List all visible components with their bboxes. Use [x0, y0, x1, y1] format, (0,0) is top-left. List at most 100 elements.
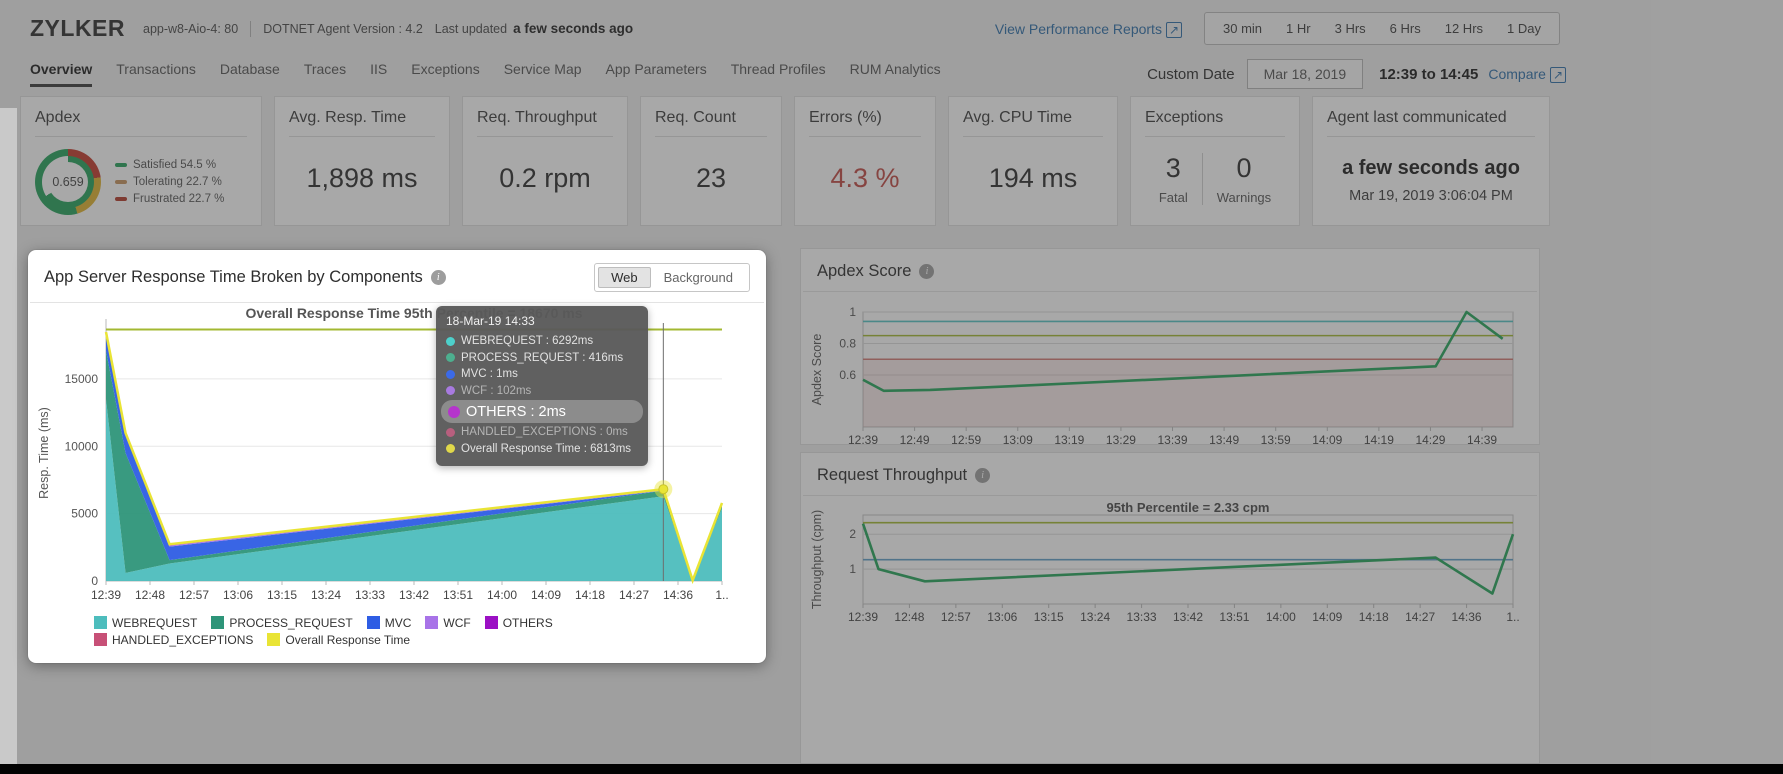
- time-range-group: 30 min1 Hr3 Hrs6 Hrs12 Hrs1 Day: [1204, 12, 1560, 45]
- svg-text:12:39: 12:39: [91, 588, 121, 602]
- svg-text:14:09: 14:09: [1312, 610, 1342, 624]
- svg-text:14:39: 14:39: [1467, 433, 1497, 447]
- legend-swatch: [94, 616, 107, 629]
- apdex-score-line-chart[interactable]: 0.60.8112:3912:4912:5913:0913:1913:2913:…: [807, 296, 1529, 448]
- card-title: Avg. Resp. Time: [289, 109, 435, 127]
- svg-text:14:27: 14:27: [1405, 610, 1435, 624]
- metric-cards-row: Apdex0.659Satisfied 54.5 %Tolerating 22.…: [20, 96, 1550, 226]
- app-title: ZYLKER: [30, 15, 125, 42]
- svg-text:12:39: 12:39: [848, 610, 878, 624]
- svg-text:Apdex Score: Apdex Score: [810, 334, 824, 406]
- legend-item-mvc[interactable]: MVC: [367, 616, 412, 630]
- legend-label: Satisfied 54.5 %: [133, 159, 216, 171]
- tab-service-map[interactable]: Service Map: [504, 61, 582, 87]
- tab-transactions[interactable]: Transactions: [116, 61, 196, 87]
- agent-last-communicated-value: a few seconds ago: [1327, 157, 1535, 180]
- tab-rum-analytics[interactable]: RUM Analytics: [850, 61, 941, 87]
- legend-item-handled_exceptions[interactable]: HANDLED_EXCEPTIONS: [94, 633, 253, 647]
- agent-version-label: DOTNET Agent Version : 4.2: [263, 22, 423, 36]
- exceptions-body: 3Fatal0Warnings: [1145, 153, 1285, 205]
- legend-label: WCF: [443, 616, 470, 630]
- svg-text:Throughput (cpm): Throughput (cpm): [810, 510, 824, 609]
- tab-overview[interactable]: Overview: [30, 61, 92, 87]
- time-range-3-hrs[interactable]: 3 Hrs: [1323, 19, 1378, 38]
- metric-card-exceptions: Exceptions3Fatal0Warnings: [1130, 96, 1300, 226]
- svg-text:13:51: 13:51: [1219, 610, 1249, 624]
- agent-last-communicated-date: Mar 19, 2019 3:06:04 PM: [1327, 188, 1535, 204]
- view-performance-reports-link[interactable]: View Performance Reports↗: [995, 21, 1182, 37]
- card-value: 1,898 ms: [289, 163, 435, 194]
- svg-text:14:00: 14:00: [487, 588, 517, 602]
- svg-text:12:57: 12:57: [179, 588, 209, 602]
- info-icon[interactable]: i: [975, 468, 990, 483]
- card-divider: [1327, 136, 1535, 137]
- legend-row: HANDLED_EXCEPTIONS Overall Response Time: [94, 631, 766, 648]
- card-divider: [809, 136, 921, 137]
- toggle-background[interactable]: Background: [651, 267, 746, 288]
- throughput-line-chart[interactable]: 1212:3912:4812:5713:0613:1513:2413:3313:…: [807, 502, 1529, 642]
- tab-database[interactable]: Database: [220, 61, 280, 87]
- time-range-6-hrs[interactable]: 6 Hrs: [1378, 19, 1433, 38]
- tooltip-time: 14:33: [505, 314, 535, 328]
- legend-label: Tolerating 22.7 %: [133, 176, 222, 188]
- tooltip-text: WEBREQUEST : 6292ms: [461, 335, 593, 347]
- series-dot: [446, 353, 455, 362]
- metric-card-agent-last-communicated: Agent last communicateda few seconds ago…: [1312, 96, 1550, 226]
- panel-title: Request Throughput: [817, 466, 967, 485]
- svg-text:14:36: 14:36: [663, 588, 693, 602]
- tab-app-parameters[interactable]: App Parameters: [606, 61, 707, 87]
- legend-swatch: [267, 633, 280, 646]
- legend-swatch: [485, 616, 498, 629]
- legend-swatch: [115, 163, 127, 167]
- legend-item-overall response time[interactable]: Overall Response Time: [267, 633, 410, 647]
- svg-text:14:36: 14:36: [1452, 610, 1482, 624]
- tooltip-date: 18-Mar-19: [446, 314, 501, 328]
- metric-card-errors-: Errors (%)4.3 %: [794, 96, 936, 226]
- tab-iis[interactable]: IIS: [370, 61, 387, 87]
- svg-text:14:18: 14:18: [1359, 610, 1389, 624]
- tab-thread-profiles[interactable]: Thread Profiles: [731, 61, 826, 87]
- svg-text:12:49: 12:49: [900, 433, 930, 447]
- legend-item-wcf[interactable]: WCF: [425, 616, 470, 630]
- series-dot: [448, 406, 460, 418]
- metric-card-avg-resp-time: Avg. Resp. Time 1,898 ms: [274, 96, 450, 226]
- top-header: ZYLKER app-w8-Aio-4: 80 DOTNET Agent Ver…: [0, 0, 1783, 89]
- svg-text:13:33: 13:33: [355, 588, 385, 602]
- card-title: Apdex: [35, 109, 247, 127]
- compare-link[interactable]: Compare↗: [1488, 66, 1566, 82]
- components-stacked-area-chart[interactable]: 05000100001500012:3912:4812:5713:0613:15…: [32, 305, 758, 605]
- request-throughput-panel: Request Throughput i 1212:3912:4812:5713…: [800, 452, 1540, 764]
- time-range-30-min[interactable]: 30 min: [1211, 19, 1274, 38]
- legend-item-process_request[interactable]: PROCESS_REQUEST: [211, 616, 352, 630]
- svg-text:1..: 1..: [1506, 610, 1519, 624]
- tooltip-text: WCF : 102ms: [461, 385, 531, 397]
- toggle-web[interactable]: Web: [598, 267, 651, 288]
- svg-text:0.8: 0.8: [839, 337, 856, 351]
- tab-traces[interactable]: Traces: [304, 61, 346, 87]
- external-link-icon: ↗: [1166, 22, 1182, 38]
- svg-text:14:00: 14:00: [1266, 610, 1296, 624]
- svg-text:Resp. Time (ms): Resp. Time (ms): [37, 407, 51, 499]
- card-title: Avg. CPU Time: [963, 109, 1103, 127]
- legend-label: Frustrated 22.7 %: [133, 193, 224, 205]
- svg-text:10000: 10000: [65, 439, 99, 453]
- exceptions-fatal: 3Fatal: [1145, 153, 1202, 205]
- svg-text:0: 0: [91, 574, 98, 588]
- legend-item-others[interactable]: OTHERS: [485, 616, 553, 630]
- svg-text:13:33: 13:33: [1127, 610, 1157, 624]
- legend-item-webrequest[interactable]: WEBREQUEST: [94, 616, 197, 630]
- time-range-12-hrs[interactable]: 12 Hrs: [1433, 19, 1495, 38]
- card-divider: [655, 136, 767, 137]
- time-range-1-hr[interactable]: 1 Hr: [1274, 19, 1323, 38]
- date-picker[interactable]: Mar 18, 2019: [1247, 59, 1364, 89]
- svg-text:12:39: 12:39: [848, 433, 878, 447]
- bottom-black-bar: [0, 764, 1783, 774]
- legend-swatch: [115, 197, 127, 201]
- info-icon[interactable]: i: [919, 264, 934, 279]
- info-icon[interactable]: i: [431, 270, 446, 285]
- card-divider: [1145, 136, 1285, 137]
- card-value: 0.2 rpm: [477, 163, 613, 194]
- series-dot: [446, 444, 455, 453]
- time-range-1-day[interactable]: 1 Day: [1495, 19, 1553, 38]
- tab-exceptions[interactable]: Exceptions: [411, 61, 479, 87]
